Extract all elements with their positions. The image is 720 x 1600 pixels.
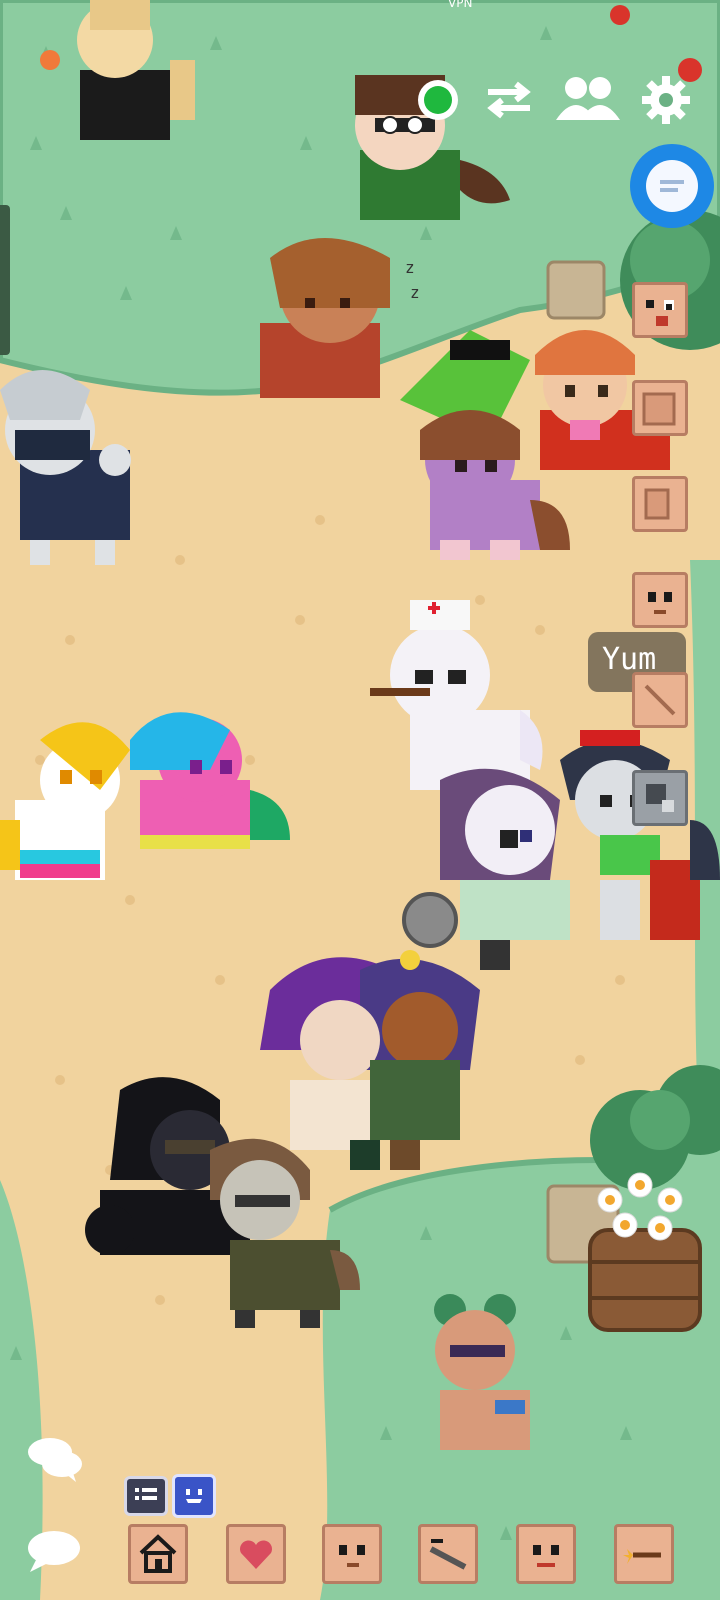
sword-icon xyxy=(429,1539,467,1570)
swap-character-button[interactable] xyxy=(484,78,534,122)
home-button[interactable] xyxy=(128,1524,188,1584)
hoof-icon xyxy=(644,488,670,520)
face-icon xyxy=(648,592,672,614)
vpn-indicator: VPN xyxy=(448,0,473,10)
face-icon xyxy=(533,1545,559,1567)
wand-icon xyxy=(623,1549,661,1564)
emote-button-tool[interactable] xyxy=(632,770,688,826)
chat-log-icon xyxy=(135,1488,157,1500)
pony-character[interactable] xyxy=(120,700,300,860)
say-button[interactable] xyxy=(24,1434,84,1482)
pony-character[interactable] xyxy=(60,0,200,160)
home-icon xyxy=(139,1534,177,1573)
status-dot-icon xyxy=(418,80,458,120)
chat-log-button[interactable] xyxy=(124,1476,168,1516)
expression-button[interactable] xyxy=(322,1524,382,1584)
pony-character[interactable] xyxy=(400,760,580,970)
wink-face-icon xyxy=(646,300,674,326)
heart-icon xyxy=(240,1540,272,1569)
pony-character[interactable] xyxy=(420,1290,550,1460)
settings-icon xyxy=(642,76,690,124)
tool-icon xyxy=(646,784,674,812)
friends-button[interactable] xyxy=(556,74,620,124)
expression-button-2[interactable] xyxy=(516,1524,576,1584)
item-button-wand[interactable] xyxy=(614,1524,674,1584)
status-bar: VPN xyxy=(0,0,720,14)
emote-button-slash[interactable] xyxy=(632,672,688,728)
emote-button-wink[interactable] xyxy=(632,282,688,338)
hoof-icon xyxy=(642,392,676,426)
pony-character[interactable] xyxy=(560,720,720,950)
slash-icon xyxy=(644,684,676,716)
pony-character[interactable] xyxy=(0,360,150,570)
whisper-icon xyxy=(28,1531,80,1572)
side-panel-handle[interactable] xyxy=(0,205,10,355)
chat-button[interactable] xyxy=(630,144,714,228)
pony-character[interactable] xyxy=(200,1130,370,1330)
emote-face-icon xyxy=(186,1489,202,1503)
emote-button-hoof-down[interactable] xyxy=(632,476,688,532)
swap-icon xyxy=(487,81,531,119)
online-status-button[interactable] xyxy=(416,78,460,122)
settings-button[interactable] xyxy=(640,74,692,126)
face-icon xyxy=(339,1545,365,1567)
emote-face-button[interactable] xyxy=(172,1474,216,1518)
pony-character[interactable] xyxy=(0,700,140,890)
emote-button-hoof[interactable] xyxy=(632,380,688,436)
item-button-sword[interactable] xyxy=(418,1524,478,1584)
svg-text:z: z xyxy=(405,258,415,277)
chat-icon xyxy=(28,1438,82,1482)
love-button[interactable] xyxy=(226,1524,286,1584)
friends-icon xyxy=(556,77,620,120)
emote-button-face[interactable] xyxy=(632,572,688,628)
whisper-button[interactable] xyxy=(24,1528,84,1574)
chat-bubble-icon xyxy=(646,160,698,212)
